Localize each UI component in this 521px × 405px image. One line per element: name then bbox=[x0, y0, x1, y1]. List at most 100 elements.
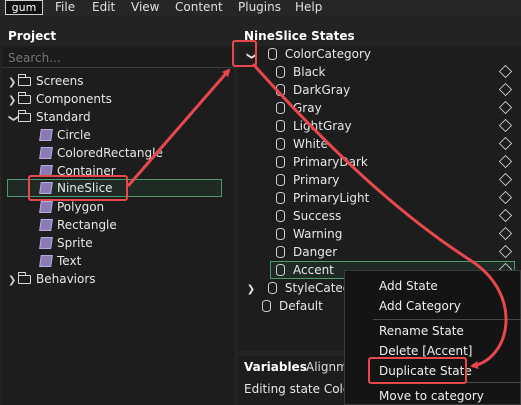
state-item-darkgray[interactable]: DarkGray bbox=[238, 81, 521, 99]
state-icon bbox=[276, 192, 285, 204]
bottom-tabbar: Variables Alignme bbox=[238, 356, 355, 378]
tree-item-label: Text bbox=[57, 254, 82, 268]
folder-icon bbox=[18, 272, 31, 284]
folder-icon bbox=[18, 110, 31, 122]
state-item-danger[interactable]: Danger bbox=[238, 243, 521, 261]
folder-label: Behaviors bbox=[36, 272, 96, 286]
tree-item-text[interactable]: Text bbox=[39, 252, 82, 270]
cube-icon bbox=[498, 190, 513, 205]
chevron-right-icon[interactable]: ❯ bbox=[8, 272, 18, 290]
state-icon bbox=[276, 84, 285, 96]
menu-plugins[interactable]: Plugins bbox=[238, 0, 281, 15]
menu-item-add-state[interactable]: Add State bbox=[379, 277, 438, 295]
state-label: Danger bbox=[293, 245, 338, 259]
state-item-primary[interactable]: Primary bbox=[238, 171, 521, 189]
annotation-box-nineslice bbox=[28, 175, 128, 201]
state-icon bbox=[276, 264, 285, 276]
cube-icon bbox=[498, 136, 513, 151]
tree-folder-components[interactable]: ❯ Components bbox=[8, 90, 112, 108]
tree-item-rectangle[interactable]: Rectangle bbox=[39, 216, 117, 234]
tree-item-label: Circle bbox=[57, 128, 91, 142]
component-icon bbox=[39, 129, 53, 141]
menu-separator bbox=[373, 319, 521, 320]
state-label: Default bbox=[279, 299, 323, 313]
tree-item-circle[interactable]: Circle bbox=[39, 126, 91, 144]
state-label: Black bbox=[293, 65, 326, 79]
folder-icon bbox=[18, 74, 31, 86]
menu-help[interactable]: Help bbox=[295, 0, 322, 15]
menu-view[interactable]: View bbox=[131, 0, 159, 15]
state-item-primarylight[interactable]: PrimaryLight bbox=[238, 189, 521, 207]
category-icon bbox=[267, 282, 277, 294]
state-icon bbox=[262, 300, 271, 312]
category-icon bbox=[267, 48, 277, 60]
tree-folder-screens[interactable]: ❯ Screens bbox=[8, 72, 84, 90]
state-label: White bbox=[293, 137, 328, 151]
cube-icon bbox=[498, 226, 513, 241]
state-icon bbox=[276, 210, 285, 222]
menu-item-rename-state[interactable]: Rename State bbox=[379, 322, 464, 340]
state-item-gray[interactable]: Gray bbox=[238, 99, 521, 117]
menu-edit[interactable]: Edit bbox=[92, 0, 115, 15]
state-item-black[interactable]: Black bbox=[238, 63, 521, 81]
tab-variables[interactable]: Variables bbox=[244, 356, 307, 378]
state-label: LightGray bbox=[293, 119, 352, 133]
state-icon bbox=[276, 120, 285, 132]
component-icon bbox=[39, 147, 53, 159]
state-label: DarkGray bbox=[293, 83, 351, 97]
state-icon bbox=[276, 66, 285, 78]
category-label: ColorCategory bbox=[284, 47, 371, 61]
state-icon bbox=[276, 174, 285, 186]
annotation-box-duplicate bbox=[368, 357, 467, 384]
annotation-box-chevron bbox=[232, 40, 257, 67]
component-icon bbox=[39, 219, 53, 231]
state-icon bbox=[276, 102, 285, 114]
component-icon bbox=[39, 237, 53, 249]
tree-item-label: ColoredRectangle bbox=[57, 146, 163, 160]
menu-content[interactable]: Content bbox=[175, 0, 223, 15]
state-label: PrimaryLight bbox=[293, 191, 370, 205]
menu-item-move-to-category[interactable]: Move to category bbox=[379, 387, 484, 405]
cube-icon bbox=[498, 154, 513, 169]
menu-file[interactable]: File bbox=[55, 0, 75, 15]
state-label: Warning bbox=[293, 227, 343, 241]
tree-item-coloredrectangle[interactable]: ColoredRectangle bbox=[39, 144, 163, 162]
cube-icon bbox=[498, 172, 513, 187]
state-item-white[interactable]: White bbox=[238, 135, 521, 153]
folder-icon bbox=[18, 92, 31, 104]
states-panel-title: NineSlice States bbox=[238, 26, 521, 46]
component-icon bbox=[39, 255, 53, 267]
folder-label: Components bbox=[36, 92, 112, 106]
state-icon bbox=[276, 228, 285, 240]
cube-icon bbox=[498, 64, 513, 79]
state-label: Gray bbox=[293, 101, 322, 115]
state-label: Accent bbox=[293, 263, 334, 277]
menu-item-add-category[interactable]: Add Category bbox=[379, 297, 461, 315]
folder-label: Standard bbox=[36, 110, 91, 124]
cube-icon bbox=[498, 244, 513, 259]
gum-logo: gum bbox=[5, 0, 43, 15]
state-label: Primary bbox=[293, 173, 340, 187]
search-input[interactable] bbox=[2, 48, 234, 68]
folder-label: Screens bbox=[36, 74, 84, 88]
state-item-lightgray[interactable]: LightGray bbox=[238, 117, 521, 135]
tree-item-label: Rectangle bbox=[57, 218, 117, 232]
tree-item-label: Sprite bbox=[57, 236, 93, 250]
state-icon bbox=[276, 138, 285, 150]
cube-icon bbox=[498, 100, 513, 115]
cube-icon bbox=[498, 208, 513, 223]
component-icon bbox=[39, 201, 53, 213]
state-item-success[interactable]: Success bbox=[238, 207, 521, 225]
cube-icon bbox=[498, 82, 513, 97]
state-item-warning[interactable]: Warning bbox=[238, 225, 521, 243]
context-menu: Add State Add Category Rename State Dele… bbox=[344, 270, 521, 405]
tree-folder-standard[interactable]: ❯ Standard bbox=[8, 108, 91, 126]
project-panel-title: Project bbox=[2, 26, 234, 46]
tree-item-sprite[interactable]: Sprite bbox=[39, 234, 93, 252]
state-icon bbox=[276, 156, 285, 168]
tree-folder-behaviors[interactable]: ❯ Behaviors bbox=[8, 270, 96, 288]
state-category-color[interactable]: ❯ ColorCategory bbox=[238, 45, 521, 63]
state-item-primarydark[interactable]: PrimaryDark bbox=[238, 153, 521, 171]
state-label: Success bbox=[293, 209, 342, 223]
project-search bbox=[2, 48, 234, 68]
